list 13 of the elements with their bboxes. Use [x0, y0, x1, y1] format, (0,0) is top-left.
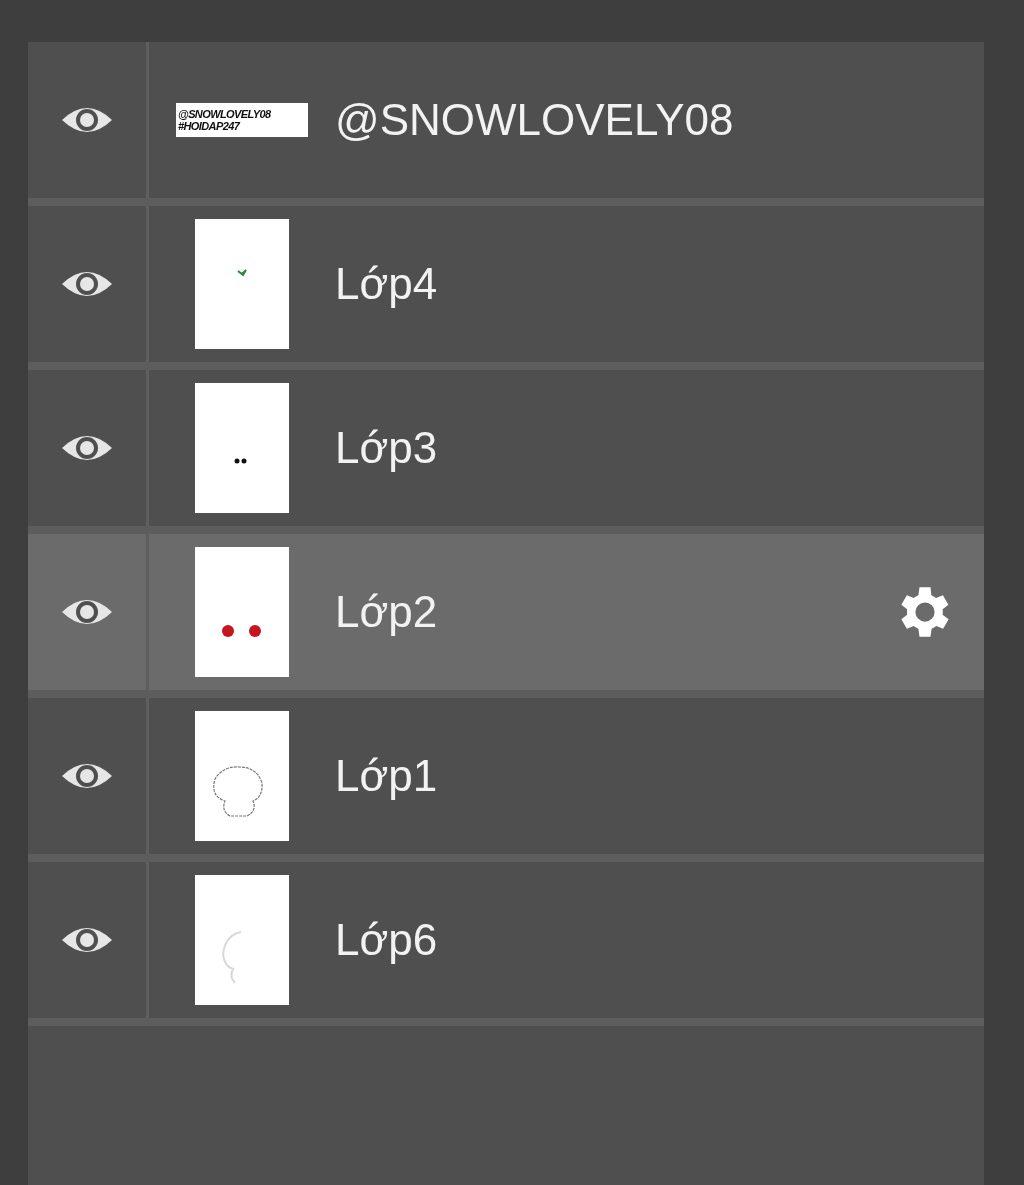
layer-row[interactable]: Lớp6	[28, 862, 984, 1026]
layer-name: @SNOWLOVELY08	[335, 95, 734, 145]
layer-row[interactable]: Lớp1	[28, 698, 984, 862]
layer-row[interactable]: Lớp2	[28, 534, 984, 698]
layer-row[interactable]: Lớp3	[28, 370, 984, 534]
layer-row[interactable]: Lớp4	[28, 206, 984, 370]
layer-row[interactable]: @SNOWLOVELY08 #HOIDAP247 @SNOWLOVELY08	[28, 42, 984, 206]
layer-name: Lớp6	[335, 915, 438, 965]
layer-name: Lớp2	[335, 587, 438, 637]
text-layer-thumbnail: @SNOWLOVELY08 #HOIDAP247	[176, 103, 308, 137]
layer-name: Lớp4	[335, 259, 438, 309]
layer-name: Lớp3	[335, 423, 438, 473]
layer-name: Lớp1	[335, 751, 438, 801]
